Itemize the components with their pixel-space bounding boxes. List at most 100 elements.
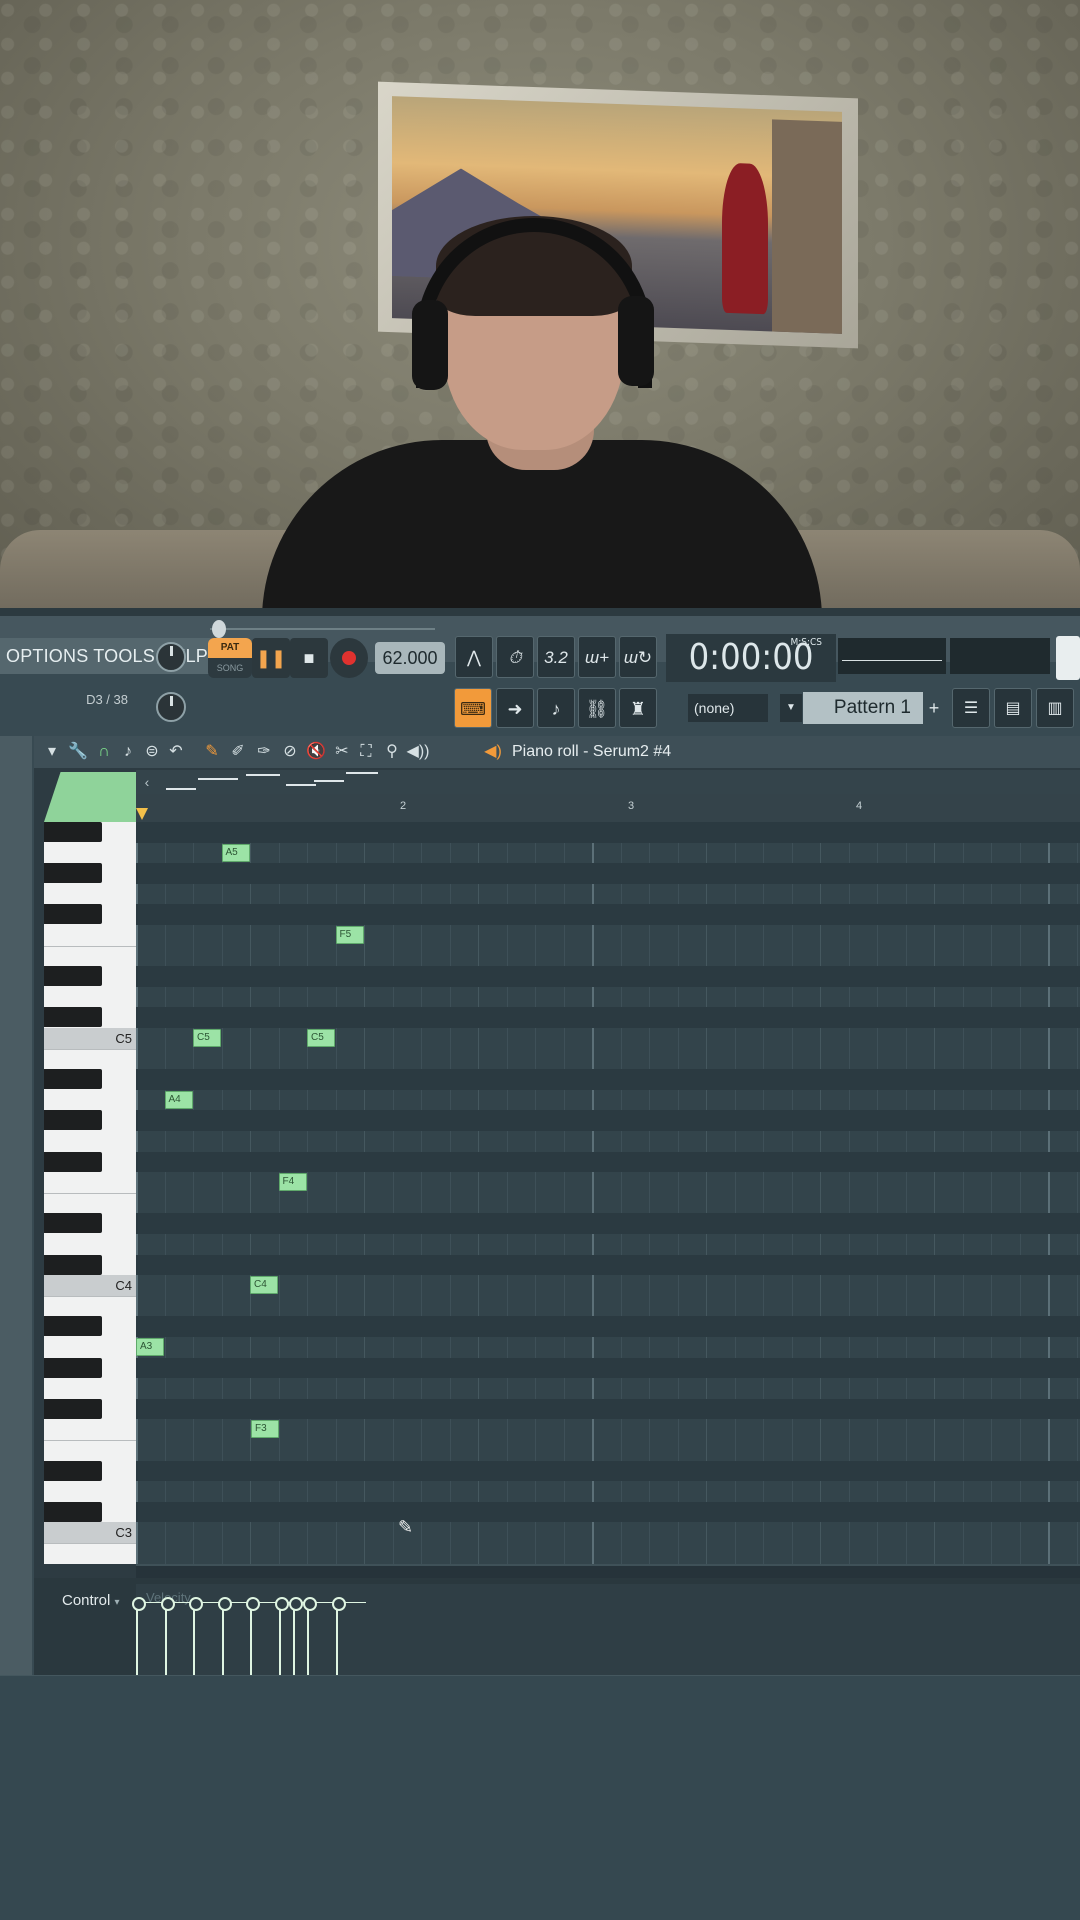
channel-rack-button[interactable]: ▥ — [1036, 688, 1074, 728]
pattern-selector[interactable]: Pattern 1 — [803, 692, 923, 724]
link-button[interactable]: ⛓ — [578, 688, 616, 728]
wait-for-input-button[interactable]: ⏱ — [496, 636, 534, 678]
velocity-bar[interactable] — [288, 1597, 303, 1675]
event-control-panel: Control ▾ Velocity — [34, 1578, 1080, 1675]
grid-line — [449, 822, 451, 1564]
metronome-button[interactable]: ⋀ — [455, 636, 493, 678]
chevron-left-icon[interactable]: ‹ — [136, 770, 158, 794]
note[interactable]: C5 — [193, 1029, 221, 1047]
slide-button[interactable]: ♪ — [537, 688, 575, 728]
velocity-bar[interactable] — [274, 1597, 289, 1675]
painting-cliff — [772, 119, 842, 334]
master-volume-knob[interactable] — [156, 642, 186, 672]
black-key-row — [136, 1398, 1080, 1420]
black-key[interactable] — [44, 1213, 102, 1234]
note[interactable]: F3 — [251, 1420, 279, 1439]
note[interactable]: F4 — [278, 1173, 307, 1192]
master-pitch-knob[interactable] — [156, 692, 186, 722]
grid-line — [649, 822, 650, 1564]
step-edit-button[interactable]: ш+ — [578, 636, 616, 678]
zoom-icon[interactable]: ⚲ — [380, 741, 404, 763]
black-key[interactable] — [44, 1069, 102, 1090]
playlist-button[interactable]: ☰ — [952, 688, 990, 728]
time-display[interactable]: 0:00:00 M:S:CS — [666, 634, 836, 682]
piano-keyboard[interactable]: C5 C4 C3 — [44, 822, 136, 1564]
black-key[interactable] — [44, 1110, 102, 1131]
velocity-bar[interactable] — [160, 1597, 175, 1675]
menu-arrow-icon[interactable]: ▾ — [40, 741, 64, 763]
typing-keyboard-button[interactable]: ⌨ — [454, 688, 492, 728]
tempo-field[interactable]: 62.000 — [375, 642, 445, 674]
pattern-menu-button[interactable]: ▼ — [780, 694, 802, 722]
black-key[interactable] — [44, 1501, 102, 1522]
piano-roll-button[interactable]: ▤ — [994, 688, 1032, 728]
delete-icon[interactable]: ⊘ — [278, 741, 302, 763]
black-key[interactable] — [44, 1151, 102, 1172]
mute-icon[interactable]: 🔇 — [304, 741, 328, 763]
velocity-bar[interactable] — [217, 1597, 232, 1675]
timeline-ruler[interactable]: 2 3 4 5 — [136, 794, 1080, 822]
horizontal-scrollbar[interactable] — [136, 1564, 1080, 1578]
velocity-lane[interactable]: Velocity — [132, 1584, 1080, 1675]
velocity-bar[interactable] — [189, 1597, 203, 1675]
black-key[interactable] — [44, 1460, 102, 1481]
playhead-marker[interactable] — [136, 808, 148, 820]
paint-icon[interactable]: ✐ — [226, 741, 250, 763]
target-channel-tab[interactable] — [44, 772, 136, 822]
grid-line — [1048, 822, 1050, 1564]
pat-song-toggle[interactable]: PAT SONG — [208, 638, 252, 678]
note-grid[interactable]: ✎ A5 F5 C5 C5 A4 F4 C4 A3 F3 — [136, 822, 1080, 1564]
channel-dropdown[interactable]: (none) — [688, 694, 768, 722]
black-key[interactable] — [44, 1254, 102, 1275]
note[interactable]: C5 — [307, 1029, 335, 1047]
octave-label: C4 — [115, 1278, 132, 1294]
black-key[interactable] — [44, 1007, 102, 1028]
paint-delete-icon[interactable]: ✑ — [252, 741, 276, 763]
grid-line — [763, 822, 764, 1564]
song-label[interactable]: SONG — [208, 658, 252, 678]
stop-button[interactable]: ■ — [290, 638, 328, 678]
velocity-bar[interactable] — [132, 1597, 146, 1675]
countdown-button[interactable]: 3.2 — [537, 636, 575, 678]
black-key[interactable] — [44, 1357, 102, 1378]
magnet-icon[interactable]: ∩ — [92, 741, 116, 763]
master-fader-handle[interactable] — [212, 620, 226, 638]
overview-strip[interactable]: ‹ — [136, 770, 1080, 794]
stop-playback-icon[interactable]: ⊜ — [140, 741, 164, 763]
pencil-icon[interactable]: ✎ — [200, 741, 224, 763]
wrench-icon[interactable]: 🔧 — [66, 741, 90, 763]
black-key[interactable] — [44, 822, 102, 842]
loop-record-button[interactable]: ш↻ — [619, 636, 657, 678]
note[interactable]: F5 — [335, 926, 364, 944]
velocity-bar[interactable] — [246, 1597, 260, 1675]
speaker-icon[interactable]: ◀) — [482, 741, 504, 763]
note-icon[interactable]: ♪ — [116, 741, 140, 763]
grid-line — [706, 822, 707, 1564]
stamp-button[interactable]: ♜ — [619, 688, 657, 728]
note[interactable]: C4 — [250, 1276, 278, 1295]
control-selector[interactable]: Control ▾ — [62, 1592, 120, 1609]
playback-icon[interactable]: ◀)) — [406, 741, 430, 763]
undo-icon[interactable]: ↶ — [164, 741, 188, 763]
black-key[interactable] — [44, 1316, 102, 1337]
snap-arrow-button[interactable]: ➜ — [496, 688, 534, 728]
pause-button[interactable]: ❚❚ — [252, 638, 290, 678]
grid-line — [392, 822, 394, 1564]
slice-icon[interactable]: ✂ — [330, 741, 354, 763]
black-key-row — [136, 822, 1080, 843]
note[interactable]: A5 — [221, 843, 250, 862]
black-key[interactable] — [44, 1398, 102, 1419]
add-pattern-button[interactable]: + — [924, 694, 944, 722]
velocity-bar[interactable] — [303, 1597, 317, 1675]
note[interactable]: A4 — [164, 1090, 193, 1109]
master-fader-track[interactable] — [210, 628, 435, 630]
pat-label[interactable]: PAT — [208, 638, 252, 658]
bar-number: 3 — [628, 800, 635, 812]
record-button[interactable] — [330, 638, 368, 678]
note[interactable]: A3 — [136, 1338, 164, 1356]
black-key[interactable] — [44, 966, 102, 987]
select-icon[interactable]: ⛶ — [354, 741, 378, 763]
black-key[interactable] — [44, 863, 102, 884]
black-key[interactable] — [44, 904, 102, 925]
velocity-bar[interactable] — [331, 1597, 346, 1675]
